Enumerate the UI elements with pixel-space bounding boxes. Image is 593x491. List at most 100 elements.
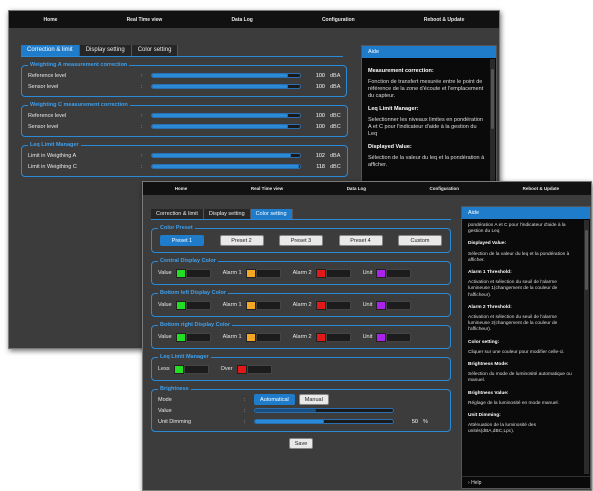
value-color-label: Value [158, 334, 172, 340]
unit-color-swatch[interactable] [376, 332, 387, 342]
value-color-swatch[interactable] [175, 300, 186, 310]
value-color-label: Value [158, 270, 172, 276]
menu-data-log[interactable]: Data Log [343, 186, 370, 191]
aide-heading: Brightness Mode: [468, 362, 509, 368]
alarm-2-color-swatch[interactable] [315, 332, 326, 342]
preset-2-button[interactable]: Preset 2 [219, 235, 264, 246]
back-menubar: Home Real Time view Data Log Configurati… [9, 11, 499, 28]
unit-color-swatch[interactable] [376, 268, 387, 278]
brightness-mode-row: Mode : Automatical Manual [158, 394, 444, 405]
aide-heading: Unit Dimming: [468, 413, 501, 419]
aide-heading: Alarm 2 Threshold: [468, 304, 512, 310]
unit-color-label: Unit [362, 270, 373, 276]
aide-text: Sélection du mode de luminosité automati… [468, 372, 572, 384]
aide-text: Fonction de transfert mesurée entre le p… [368, 79, 484, 99]
limit-a-slider[interactable] [151, 153, 301, 158]
alarm-1-color-swatch[interactable] [245, 300, 256, 310]
menu-home[interactable]: Home [171, 186, 192, 191]
tab-display-setting[interactable]: Display setting [203, 209, 251, 219]
preset-1-button[interactable]: Preset 1 [160, 235, 204, 246]
front-window: Home Real Time view Data Log Configurati… [142, 181, 592, 491]
tab-color-setting[interactable]: Color setting [131, 45, 179, 56]
menu-home[interactable]: Home [40, 17, 62, 23]
aide-heading: Color setting: [468, 339, 500, 345]
alarm-2-color-swatch[interactable] [315, 268, 326, 278]
sensor-level-c-slider[interactable] [151, 124, 301, 129]
aide-body: pondération A et C pour l'indicateur d'a… [462, 219, 590, 475]
reference-level-c-slider[interactable] [151, 113, 301, 118]
aide-title: Aide [362, 46, 496, 58]
aide-heading: Brightness Value: [468, 390, 509, 396]
front-content: Correction & limit Display setting Color… [151, 209, 451, 486]
brightness-group: Brightness Mode : Automatical Manual Val… [151, 386, 451, 432]
limit-c-slider[interactable] [151, 164, 301, 169]
tab-correction-limit[interactable]: Correction & limit [151, 209, 204, 219]
menu-reboot-update[interactable]: Reboot & Update [519, 186, 564, 191]
brightness-value-slider[interactable] [254, 408, 394, 413]
sensor-level-label: Sensor level [28, 123, 59, 130]
aide-text: Sélection de la valeur du leq et la pond… [368, 155, 485, 168]
menu-real-time-view[interactable]: Real Time view [123, 17, 167, 23]
less-color-swatch[interactable] [173, 364, 184, 374]
value-color-swatch[interactable] [175, 332, 186, 342]
aide-title: Aide [462, 207, 590, 219]
reference-level-c-value: 100 [315, 112, 325, 119]
bottom-right-display-legend: Bottom right Display Color [160, 322, 230, 328]
preset-4-button[interactable]: Preset 4 [338, 235, 383, 246]
alarm-1-color-swatch[interactable] [245, 268, 256, 278]
tab-display-setting[interactable]: Display setting [79, 45, 132, 56]
alarm-1-color-swatch[interactable] [245, 332, 256, 342]
value-color-label: Value [158, 302, 172, 308]
unit-color-label: Unit [362, 334, 373, 340]
unit-label: dBA [330, 72, 341, 79]
tab-correction-limit[interactable]: Correction & limit [21, 45, 80, 56]
aide-heading: Measurement correction: [368, 68, 434, 74]
alarm-2-color-swatch[interactable] [315, 300, 326, 310]
custom-preset-button[interactable]: Custom [398, 235, 442, 246]
limit-a-row: Limit in Weigthing A : 102 dBA [28, 152, 341, 159]
save-button[interactable]: Save [289, 438, 313, 449]
reference-level-label: Reference level [28, 72, 67, 79]
central-display-group: Central Display Color Value Alarm 1 Alar… [151, 258, 451, 285]
menu-data-log[interactable]: Data Log [227, 17, 256, 23]
menu-configuration[interactable]: Configuration [318, 17, 359, 23]
limit-a-label: Limit in Weigthing A [28, 152, 77, 159]
aide-text: Activation et sélection du seuil de l'al… [468, 280, 558, 298]
preset-3-button[interactable]: Preset 3 [279, 235, 323, 246]
over-color-swatch[interactable] [236, 364, 247, 374]
help-label: Help [471, 480, 482, 486]
bottom-right-display-group: Bottom right Display Color Value Alarm 1… [151, 322, 451, 349]
alarm-2-color-label: Alarm 2 [292, 270, 312, 276]
sensor-level-c-value: 100 [315, 123, 325, 130]
aide-heading: Leq Limit Manager: [368, 106, 419, 112]
weighting-c-legend: Weighting C measurement correction [30, 102, 128, 108]
help-toggle[interactable]: › Help [462, 476, 590, 488]
automatical-mode-button[interactable]: Automatical [254, 394, 295, 405]
chevron-right-icon: › [468, 480, 470, 486]
aide-text: Activation et sélection du seuil de l'al… [468, 315, 558, 333]
sensor-level-a-slider[interactable] [151, 84, 301, 89]
aide-text: Cliquer sur une couleur pour modifier ce… [468, 349, 565, 355]
menu-real-time-view[interactable]: Real Time view [247, 186, 287, 191]
aide-scrollbar[interactable] [584, 220, 589, 474]
unit-dimming-slider[interactable] [254, 419, 394, 424]
reference-level-a-slider[interactable] [151, 73, 301, 78]
menu-configuration[interactable]: Configuration [426, 186, 464, 191]
leq-limit-legend: Leq Limit Manager [30, 142, 79, 148]
sensor-level-c-row: Sensor level : 100 dBC [28, 123, 341, 130]
tab-color-setting[interactable]: Color setting [250, 209, 293, 219]
value-color-swatch[interactable] [175, 268, 186, 278]
manual-mode-button[interactable]: Manual [298, 394, 329, 405]
sensor-level-label: Sensor level [28, 83, 59, 90]
leq-color-legend: Leq Limit Manager [160, 354, 209, 360]
aide-intro: pondération A et C pour l'indicateur d'a… [468, 223, 566, 235]
aide-body: Measurement correction: Fonction de tran… [362, 58, 496, 176]
back-tabs: Correction & limit Display setting Color… [21, 45, 343, 57]
reference-level-c-row: Reference level : 100 dBC [28, 112, 341, 119]
brightness-value-row: Value : [158, 405, 444, 416]
mode-label: Mode [158, 396, 172, 403]
unit-color-swatch[interactable] [376, 300, 387, 310]
unit-label: dBA [330, 152, 341, 159]
unit-label: dBA [330, 83, 341, 90]
menu-reboot-update[interactable]: Reboot & Update [420, 17, 469, 23]
